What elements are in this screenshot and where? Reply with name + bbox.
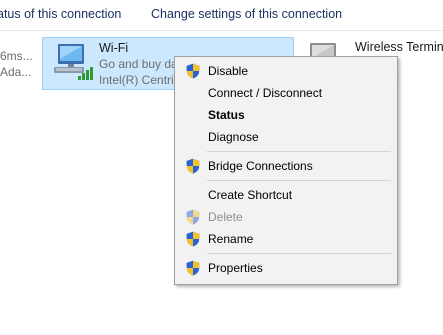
adapter-status: Go and buy da	[99, 57, 178, 71]
menu-item-disable[interactable]: Disable	[175, 60, 397, 82]
menu-item-label: Bridge Connections	[208, 159, 313, 173]
menu-separator	[207, 180, 391, 181]
menu-item-label: Rename	[208, 232, 254, 246]
uac-shield-icon	[185, 231, 201, 247]
context-menu: Disable Connect / Disconnect Status Diag…	[174, 56, 398, 285]
adapter-tile-partial[interactable]: 6ms... Ada...	[0, 48, 40, 92]
view-status-button[interactable]: atus of this connection	[0, 7, 121, 21]
menu-item-label: Connect / Disconnect	[208, 86, 323, 100]
uac-shield-icon	[185, 260, 201, 276]
menu-item-diagnose[interactable]: Diagnose	[175, 126, 397, 148]
menu-item-properties[interactable]: Properties	[175, 257, 397, 279]
adapter-status-text: 6ms...	[0, 49, 33, 63]
uac-shield-icon	[185, 63, 201, 79]
menu-item-label: Create Shortcut	[208, 188, 293, 202]
menu-item-rename[interactable]: Rename	[175, 228, 397, 250]
menu-separator	[207, 253, 391, 254]
adapter-name: Wi-Fi	[99, 41, 129, 55]
menu-item-label: Properties	[208, 261, 263, 275]
menu-item-connect-disconnect[interactable]: Connect / Disconnect	[175, 82, 397, 104]
adapter-device: Intel(R) Centri	[99, 73, 174, 87]
adapter-name: Wireless Termina	[355, 40, 443, 54]
uac-shield-icon	[185, 209, 201, 225]
menu-item-delete: Delete	[175, 206, 397, 228]
uac-shield-icon	[185, 158, 201, 174]
toolbar: atus of this connection Change settings …	[0, 0, 443, 31]
menu-separator	[207, 151, 391, 152]
change-settings-button[interactable]: Change settings of this connection	[151, 7, 342, 21]
menu-item-status[interactable]: Status	[175, 104, 397, 126]
menu-item-create-shortcut[interactable]: Create Shortcut	[175, 184, 397, 206]
menu-item-label: Delete	[208, 210, 243, 224]
menu-item-label: Disable	[208, 64, 249, 78]
adapter-device-text: Ada...	[0, 65, 32, 79]
menu-item-label: Diagnose	[208, 130, 259, 144]
menu-item-bridge-connections[interactable]: Bridge Connections	[175, 155, 397, 177]
menu-item-label: Status	[208, 108, 245, 122]
network-adapter-icon	[54, 44, 93, 80]
